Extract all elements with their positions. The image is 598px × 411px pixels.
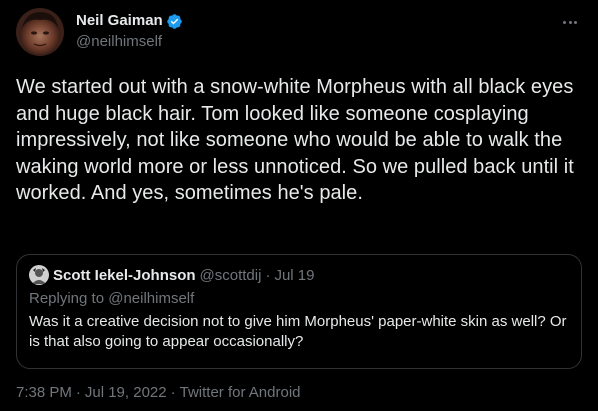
author-avatar[interactable]: [16, 8, 64, 56]
author-display-name[interactable]: Neil Gaiman: [76, 11, 163, 31]
quoted-author-handle: @scottdij: [199, 266, 262, 284]
quoted-tweet-text: Was it a creative decision not to give h…: [29, 313, 567, 350]
quoted-replying-to: Replying to @neilhimself: [29, 289, 569, 309]
quoted-author-avatar: [29, 265, 49, 285]
tweet-meta: 7:38 PM · Jul 19, 2022 · Twitter for And…: [16, 383, 301, 403]
quoted-tweet[interactable]: Scott Iekel-Johnson @scottdij · Jul 19 R…: [16, 254, 582, 369]
tweet-text: We started out with a snow-white Morpheu…: [16, 76, 574, 205]
meta-separator: ·: [75, 384, 81, 401]
author-block: Neil Gaiman @neilhimself: [76, 11, 183, 52]
tweet-source: Twitter for Android: [179, 384, 301, 401]
author-name-row: Neil Gaiman: [76, 11, 183, 31]
quoted-timestamp: Jul 19: [274, 266, 315, 284]
meta-separator: ·: [170, 384, 176, 401]
author-handle[interactable]: @neilhimself: [76, 32, 183, 52]
more-dot: [563, 20, 566, 24]
verified-badge-icon: [166, 13, 183, 30]
quoted-separator: ·: [265, 266, 271, 284]
tweet: Neil Gaiman @neilhimself We started out …: [0, 0, 598, 411]
tweet-date[interactable]: Jul 19, 2022: [85, 383, 167, 403]
quoted-author-name: Scott Iekel-Johnson: [53, 266, 196, 284]
tweet-time[interactable]: 7:38 PM: [16, 383, 72, 403]
replying-to-label: Replying to: [29, 290, 105, 307]
more-dot: [574, 20, 577, 24]
replying-to-mention: @neilhimself: [108, 290, 195, 307]
more-dot: [568, 20, 572, 24]
quoted-tweet-header: Scott Iekel-Johnson @scottdij · Jul 19: [29, 265, 569, 285]
more-horizontal-icon[interactable]: [558, 12, 582, 32]
